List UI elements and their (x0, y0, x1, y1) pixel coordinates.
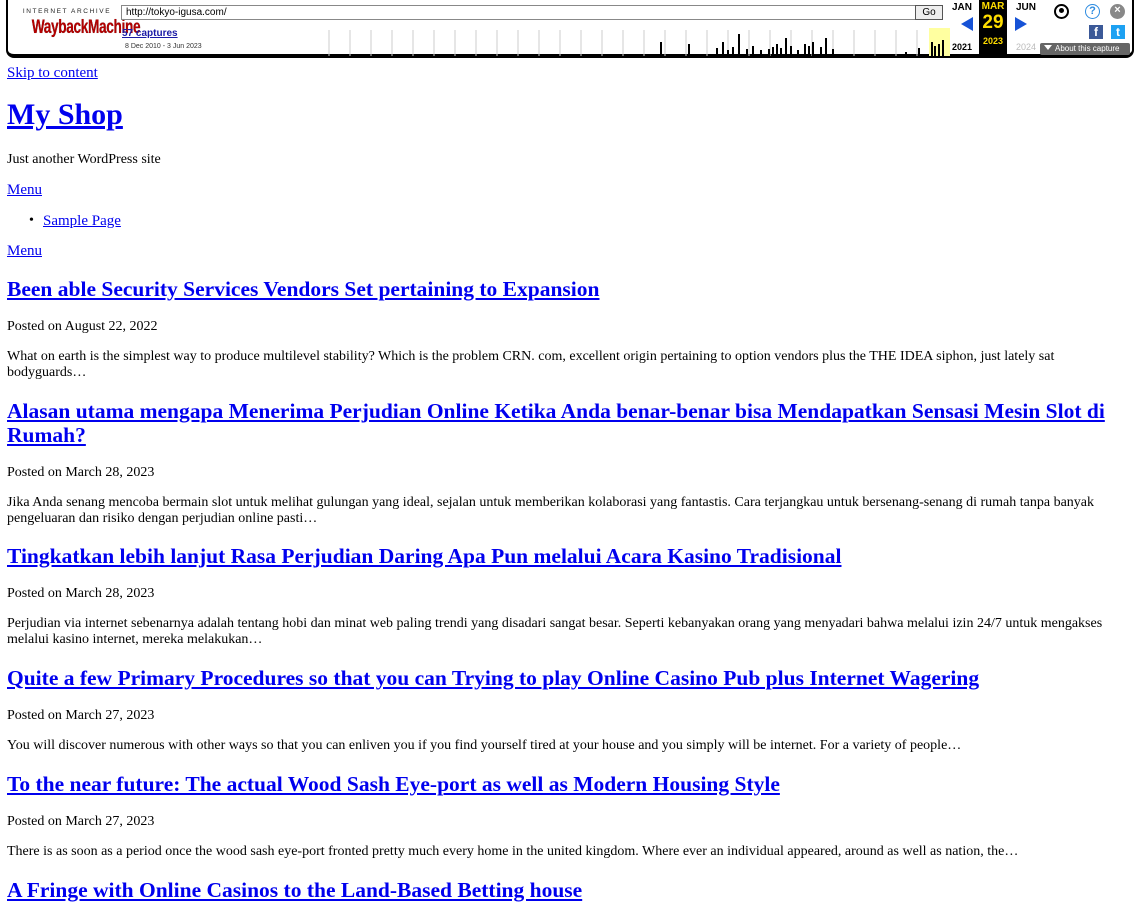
sparkline-bar (942, 40, 944, 56)
post-meta: Posted on March 27, 2023 (7, 708, 154, 724)
wayback-toolbar: INTERNET ARCHIVE WaybackMachine http://t… (6, 0, 1134, 58)
post-meta-prefix: Posted on (7, 586, 62, 601)
menu-item-sample-page[interactable]: Sample Page (29, 213, 121, 230)
sparkline-bar (746, 49, 748, 56)
sparkline-bar (804, 44, 806, 56)
wayback-logo[interactable]: INTERNET ARCHIVE WaybackMachine (18, 6, 141, 48)
skip-to-content-link[interactable]: Skip to content (7, 65, 98, 82)
post-excerpt: Jika Anda senang mencoba bermain slot un… (7, 495, 1095, 526)
site-title-link[interactable]: My Shop (7, 98, 123, 131)
twitter-icon[interactable]: t (1111, 25, 1125, 39)
sparkline-bar (790, 46, 792, 56)
sparkline-bar (780, 48, 782, 56)
post-date-link[interactable]: March 27, 2023 (65, 814, 154, 829)
post-meta: Posted on March 28, 2023 (7, 465, 154, 481)
post-title-link[interactable]: Been able Security Services Vendors Set … (7, 277, 599, 301)
post-title: Tingkatkan lebih lanjut Rasa Perjudian D… (7, 544, 1127, 568)
dropdown-triangle-icon (1044, 45, 1052, 50)
sparkline-year-grid (328, 30, 939, 56)
post-date-link[interactable]: March 27, 2023 (65, 708, 154, 723)
post-excerpt: You will discover numerous with other wa… (7, 738, 962, 753)
post-date-link[interactable]: March 28, 2023 (65, 586, 154, 601)
url-input[interactable]: http://tokyo-igusa.com/ (121, 5, 918, 20)
sparkline-bar (825, 38, 827, 56)
site-tagline: Just another WordPress site (7, 152, 161, 167)
post-date-link[interactable]: August 22, 2022 (65, 319, 158, 334)
post-excerpt: What on earth is the simplest way to pro… (7, 349, 1055, 380)
post-title: Alasan utama mengapa Menerima Perjudian … (7, 399, 1127, 447)
post-title-link[interactable]: To the near future: The actual Wood Sash… (7, 772, 780, 796)
sparkline-bar (760, 50, 762, 56)
sparkline-bar (820, 47, 822, 56)
sparkline-bar (768, 49, 770, 56)
user-icon[interactable] (1054, 4, 1069, 19)
site-title: My Shop (7, 98, 123, 132)
post-meta: Posted on March 27, 2023 (7, 814, 154, 830)
next-year-label: 2024 (1015, 42, 1037, 52)
sparkline-bar (776, 44, 778, 56)
sparkline-bar (808, 46, 810, 56)
prev-year-label[interactable]: 2021 (947, 42, 977, 52)
current-day: 29 (982, 12, 1004, 33)
post-title: To the near future: The actual Wood Sash… (7, 772, 1127, 796)
sparkline-bar (722, 42, 724, 56)
sparkline-bar (688, 44, 690, 56)
help-icon[interactable]: ? (1085, 4, 1100, 19)
post-title-link[interactable]: Tingkatkan lebih lanjut Rasa Perjudian D… (7, 544, 842, 568)
capture-sparkline[interactable] (320, 28, 950, 56)
post-meta: Posted on August 22, 2022 (7, 319, 158, 335)
close-icon[interactable]: × (1110, 4, 1125, 19)
sparkline-bar (931, 42, 933, 56)
about-capture-button[interactable]: About this capture (1040, 43, 1130, 55)
post-meta: Posted on March 28, 2023 (7, 586, 154, 602)
about-capture-label: About this capture (1055, 44, 1120, 53)
sparkline-bar (812, 42, 814, 56)
sparkline-bar (938, 44, 940, 56)
post-meta-prefix: Posted on (7, 814, 62, 829)
sparkline-capture-bars (660, 34, 944, 56)
logo-main-text: WaybackMachine (31, 17, 141, 38)
sparkline-bar (716, 48, 718, 56)
post-meta-prefix: Posted on (7, 319, 62, 334)
post-excerpt: There is as soon as a period once the wo… (7, 844, 1019, 859)
logo-top-text: INTERNET ARCHIVE (22, 8, 112, 15)
sparkline-bar (738, 34, 740, 56)
post-title-link[interactable]: Alasan utama mengapa Menerima Perjudian … (7, 399, 1105, 447)
post-title-link[interactable]: Quite a few Primary Procedures so that y… (7, 666, 979, 690)
sparkline-bar (785, 38, 787, 56)
sparkline-bar (660, 42, 662, 56)
sparkline-bar (934, 46, 936, 56)
sparkline-bar (752, 46, 754, 56)
current-capture-date: MAR 29 2023 (979, 0, 1007, 54)
capture-date-range: 8 Dec 2010 - 3 Jun 2023 (125, 43, 202, 50)
post-meta-prefix: Posted on (7, 708, 62, 723)
prev-capture-arrow-icon[interactable] (961, 17, 973, 31)
menu-toggle-button[interactable]: Menu (7, 182, 42, 199)
next-capture-arrow-icon[interactable] (1015, 17, 1027, 31)
sparkline-bar (727, 50, 729, 56)
facebook-icon[interactable]: f (1089, 25, 1103, 39)
sparkline-bar (905, 52, 907, 56)
post-excerpt: Perjudian via internet sebenarnya adalah… (7, 616, 1103, 647)
sparkline-bar (832, 49, 834, 56)
captures-link[interactable]: 57 captures (122, 28, 178, 39)
post-title: A Fringe with Online Casinos to the Land… (7, 878, 1127, 902)
prev-month-label[interactable]: JAN (947, 2, 977, 13)
sparkline-bar (732, 47, 734, 56)
next-month-label[interactable]: JUN (1011, 2, 1041, 13)
sparkline-bar (918, 48, 920, 56)
post-date-link[interactable]: March 28, 2023 (65, 465, 154, 480)
post-title-link[interactable]: A Fringe with Online Casinos to the Land… (7, 878, 582, 902)
go-button[interactable]: Go (915, 5, 943, 20)
sparkline-bar (772, 47, 774, 56)
current-year: 2023 (982, 36, 1004, 46)
post-title: Quite a few Primary Procedures so that y… (7, 666, 1127, 690)
post-title: Been able Security Services Vendors Set … (7, 277, 1127, 301)
sparkline-bar (797, 50, 799, 56)
post-meta-prefix: Posted on (7, 465, 62, 480)
menu-toggle-button-secondary[interactable]: Menu (7, 243, 42, 260)
